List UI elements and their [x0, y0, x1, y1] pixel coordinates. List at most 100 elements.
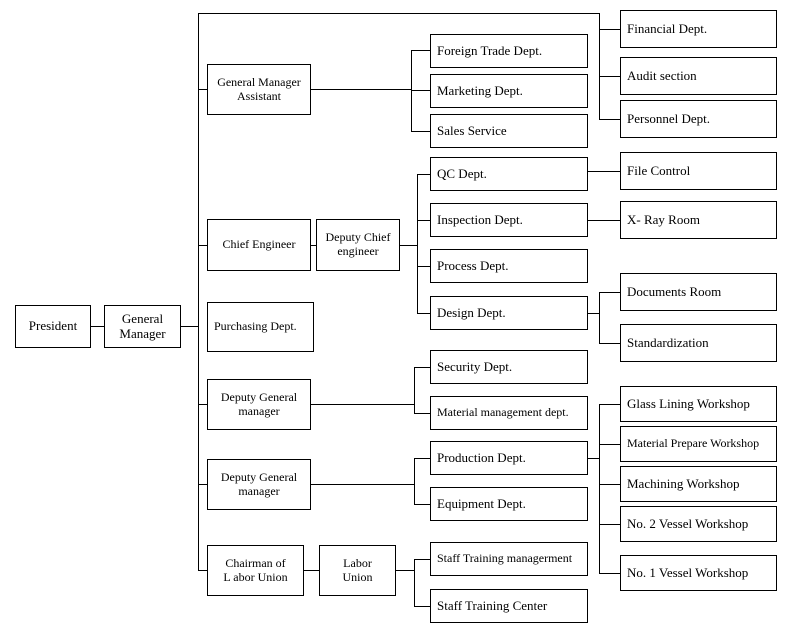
- connector-labor-union-spine: [414, 559, 415, 606]
- node-standardization[interactable]: Standardization: [620, 324, 777, 362]
- connector-workshops-spine: [599, 404, 600, 574]
- connector-to-no1-vessel-workshop: [599, 573, 620, 574]
- connector-to-sales-service: [411, 131, 430, 132]
- node-general-manager-label: General Manager: [119, 310, 166, 341]
- connector-to-documents-room: [599, 292, 620, 293]
- node-machining-workshop[interactable]: Machining Workshop: [620, 466, 777, 502]
- node-labor-union-label: Labor Union: [342, 555, 373, 584]
- node-purchasing-dept-label: Purchasing Dept.: [214, 319, 297, 334]
- node-production-dept[interactable]: Production Dept.: [430, 441, 588, 475]
- connector-trunk-to-deputy-gm-2: [198, 484, 207, 485]
- node-file-control[interactable]: File Control: [620, 152, 777, 190]
- node-design-dept-label: Design Dept.: [437, 304, 506, 320]
- connector-to-material-management-dept: [414, 413, 431, 414]
- node-general-manager-assistant[interactable]: General Manager Assistant: [207, 64, 311, 115]
- node-staff-training-center-label: Staff Training Center: [437, 597, 548, 613]
- node-security-dept[interactable]: Security Dept.: [430, 350, 588, 384]
- connector-trunk-to-chairman-labor-union: [198, 570, 207, 571]
- connector-to-inspection-dept: [417, 220, 431, 221]
- connector-gm-assistant-spine: [411, 50, 412, 132]
- connector-deputy-gm-2-spine: [414, 458, 415, 504]
- node-financial-dept[interactable]: Financial Dept.: [620, 10, 777, 48]
- node-staff-training-management-label: Staff Training managerment: [437, 551, 573, 566]
- node-machining-workshop-label: Machining Workshop: [627, 475, 740, 491]
- connector-spine-to-financial-dept: [599, 29, 620, 30]
- node-staff-training-management[interactable]: Staff Training managerment: [430, 542, 588, 576]
- node-qc-dept[interactable]: QC Dept.: [430, 157, 588, 191]
- node-president-label: President: [28, 318, 78, 334]
- node-material-prepare-workshop-label: Material Prepare Workshop: [627, 436, 760, 451]
- connector-trunk-top-run: [198, 13, 600, 14]
- node-deputy-chief-engineer[interactable]: Deputy Chief engineer: [316, 219, 400, 271]
- node-labor-union[interactable]: Labor Union: [319, 545, 396, 596]
- connector-inspection-to-x-ray-room: [588, 220, 620, 221]
- connector-to-marketing-dept: [411, 90, 430, 91]
- node-deputy-general-manager-1[interactable]: Deputy General manager: [207, 379, 311, 430]
- node-no2-vessel-workshop[interactable]: No. 2 Vessel Workshop: [620, 506, 777, 542]
- node-sales-service[interactable]: Sales Service: [430, 114, 588, 148]
- connector-to-production-dept: [414, 458, 431, 459]
- node-chairman-labor-union[interactable]: Chairman of L abor Union: [207, 545, 304, 596]
- node-deputy-general-manager-2[interactable]: Deputy General manager: [207, 459, 311, 510]
- node-security-dept-label: Security Dept.: [437, 358, 513, 374]
- node-x-ray-room-label: X- Ray Room: [627, 211, 700, 227]
- connector-to-security-dept: [414, 367, 431, 368]
- node-purchasing-dept[interactable]: Purchasing Dept.: [207, 302, 314, 352]
- node-foreign-trade-dept[interactable]: Foreign Trade Dept.: [430, 34, 588, 68]
- node-material-management-dept-label: Material management dept.: [437, 405, 569, 420]
- organization-chart: President General Manager General Manage…: [0, 0, 785, 635]
- connector-deputy-chief-spine: [417, 174, 418, 313]
- node-no1-vessel-workshop-label: No. 1 Vessel Workshop: [627, 564, 749, 580]
- node-documents-room-label: Documents Room: [627, 283, 722, 299]
- node-material-management-dept[interactable]: Material management dept.: [430, 396, 588, 430]
- connector-spine-to-personnel-dept: [599, 119, 620, 120]
- connector-gm-assistant-out: [310, 89, 412, 90]
- node-audit-section-label: Audit section: [627, 67, 697, 83]
- node-chairman-labor-union-label: Chairman of L abor Union: [223, 555, 288, 584]
- node-foreign-trade-dept-label: Foreign Trade Dept.: [437, 42, 543, 58]
- node-audit-section[interactable]: Audit section: [620, 57, 777, 95]
- node-personnel-dept-label: Personnel Dept.: [627, 110, 711, 126]
- node-qc-dept-label: QC Dept.: [437, 165, 487, 181]
- node-process-dept[interactable]: Process Dept.: [430, 249, 588, 283]
- connector-to-process-dept: [417, 266, 431, 267]
- connector-main-trunk: [198, 13, 199, 571]
- connector-to-staff-training-management: [414, 559, 431, 560]
- node-design-dept[interactable]: Design Dept.: [430, 296, 588, 330]
- node-general-manager[interactable]: General Manager: [104, 305, 181, 348]
- connector-to-glass-lining-workshop: [599, 404, 620, 405]
- connector-to-equipment-dept: [414, 504, 431, 505]
- node-equipment-dept[interactable]: Equipment Dept.: [430, 487, 588, 521]
- node-documents-room[interactable]: Documents Room: [620, 273, 777, 311]
- connector-to-standardization: [599, 343, 620, 344]
- node-inspection-dept-label: Inspection Dept.: [437, 211, 523, 227]
- node-chief-engineer[interactable]: Chief Engineer: [207, 219, 311, 271]
- node-no1-vessel-workshop[interactable]: No. 1 Vessel Workshop: [620, 555, 777, 591]
- node-sales-service-label: Sales Service: [437, 122, 507, 138]
- connector-trunk-to-deputy-gm-1: [198, 404, 207, 405]
- connector-trunk-to-chief-engineer: [198, 245, 207, 246]
- connector-to-no2-vessel-workshop: [599, 524, 620, 525]
- node-no2-vessel-workshop-label: No. 2 Vessel Workshop: [627, 515, 749, 531]
- connector-to-machining-workshop: [599, 484, 620, 485]
- node-president[interactable]: President: [15, 305, 91, 348]
- node-material-prepare-workshop[interactable]: Material Prepare Workshop: [620, 426, 777, 462]
- node-inspection-dept[interactable]: Inspection Dept.: [430, 203, 588, 237]
- connector-president-to-general-manager: [90, 326, 105, 327]
- node-glass-lining-workshop-label: Glass Lining Workshop: [627, 395, 750, 411]
- node-marketing-dept[interactable]: Marketing Dept.: [430, 74, 588, 108]
- connector-to-foreign-trade-dept: [411, 50, 430, 51]
- node-deputy-general-manager-1-label: Deputy General manager: [220, 389, 298, 418]
- node-personnel-dept[interactable]: Personnel Dept.: [620, 100, 777, 138]
- connector-to-material-prepare-workshop: [599, 444, 620, 445]
- node-staff-training-center[interactable]: Staff Training Center: [430, 589, 588, 623]
- node-process-dept-label: Process Dept.: [437, 257, 509, 273]
- node-deputy-general-manager-2-label: Deputy General manager: [220, 469, 298, 498]
- node-glass-lining-workshop[interactable]: Glass Lining Workshop: [620, 386, 777, 422]
- connector-qc-to-file-control: [588, 171, 620, 172]
- connector-trunk-to-gm-assistant: [198, 89, 207, 90]
- connector-spine-to-audit-section: [599, 76, 620, 77]
- connector-to-qc-dept: [417, 174, 431, 175]
- node-equipment-dept-label: Equipment Dept.: [437, 495, 526, 511]
- node-x-ray-room[interactable]: X- Ray Room: [620, 201, 777, 239]
